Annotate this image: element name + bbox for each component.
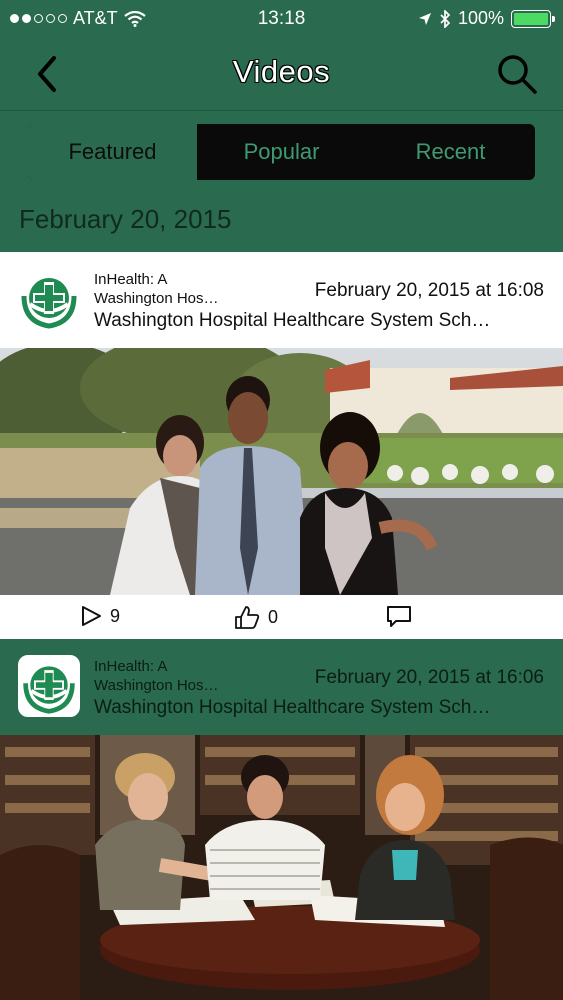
status-bar: AT&T 13:18 100% [0,0,563,38]
play-icon [82,606,101,626]
channel-name: InHealth: A Washington Hos… [94,270,254,308]
like-count-value: 0 [268,606,279,627]
channel-logo [18,268,80,330]
page-title: Videos [232,54,331,89]
thumbs-up-icon [235,606,260,629]
hospital-cross-logo-icon [21,278,77,329]
tab-recent[interactable]: Recent [366,124,535,180]
play-count-value: 9 [110,605,121,626]
comment-icon [387,606,411,627]
battery-percent: 100% [457,8,504,28]
video-thumbnail[interactable] [0,348,563,595]
channel-name: InHealth: A Washington Hos… [94,657,254,695]
channel-name-line2: Washington Hos… [94,290,219,307]
video-thumbnail[interactable] [0,735,563,1000]
video-thumbnail-image [0,348,563,595]
location-arrow-icon [418,12,431,25]
video-title[interactable]: Washington Hospital Healthcare System Sc… [94,697,490,719]
video-thumbnail-image [0,735,563,1000]
video-date: February 20, 2015 at 16:08 [314,280,544,301]
hospital-cross-logo-icon [23,666,75,714]
video-stats-bar: 9 0 [0,595,563,639]
battery-icon [511,9,555,28]
video-filter-tabs: Featured Popular Recent [28,124,535,180]
bluetooth-icon [440,9,451,28]
video-card-header[interactable]: InHealth: A Washington Hos… February 20,… [0,252,563,348]
search-button[interactable] [495,52,539,96]
tab-featured[interactable]: Featured [28,124,197,180]
video-date: February 20, 2015 at 16:06 [314,667,544,688]
channel-name-line1: InHealth: A [94,271,168,288]
channel-logo [18,655,80,717]
comment-button[interactable] [386,605,412,629]
section-date-header: February 20, 2015 [19,204,232,234]
play-count[interactable]: 9 [80,605,120,627]
tab-popular[interactable]: Popular [197,124,366,180]
like-count[interactable]: 0 [234,605,278,629]
channel-name-line1: InHealth: A [94,658,168,675]
search-icon [498,55,537,94]
status-right: 100% [418,8,555,29]
navigation-bar: Videos [0,38,563,111]
video-title[interactable]: Washington Hospital Healthcare System Sc… [94,310,490,332]
video-card-header[interactable]: InHealth: A Washington Hos… February 20,… [0,639,563,735]
channel-name-line2: Washington Hos… [94,677,219,694]
